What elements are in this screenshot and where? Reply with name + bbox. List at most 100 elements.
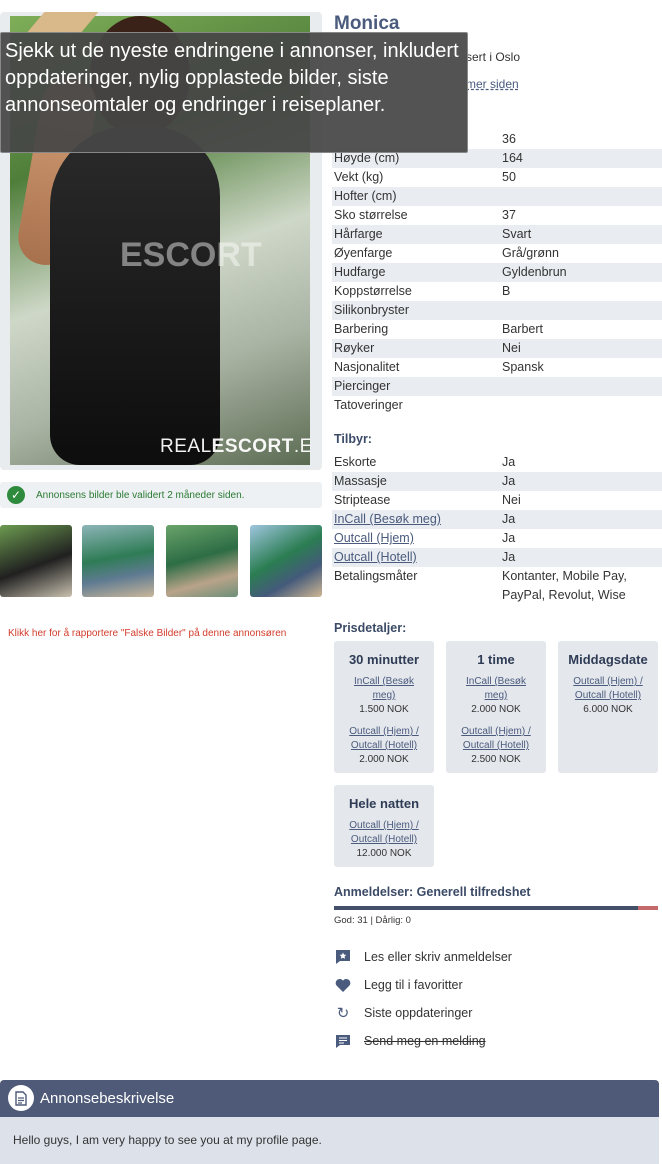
detail-key: Vekt (kg): [334, 170, 384, 184]
price-box-30min: 30 minutter InCall (Besøk meg) 1.500 NOK …: [334, 641, 434, 773]
document-icon: [8, 1085, 34, 1111]
detail-key: Hårfarge: [334, 227, 383, 241]
detail-key: Silikonbryster: [334, 303, 410, 317]
detail-key: Nasjonalitet: [334, 360, 400, 374]
action-message[interactable]: Send meg en melding: [334, 1030, 486, 1052]
detail-value: Nei: [502, 341, 521, 355]
detail-row: Øyenfarge Grå/grønn: [332, 244, 662, 263]
price-value: 2.000 NOK: [471, 704, 521, 715]
thumbnail-2[interactable]: [82, 525, 154, 597]
detail-row: Nasjonalitet Spansk: [332, 358, 662, 377]
detail-key: Massasje: [334, 474, 387, 488]
report-fake-photos-link[interactable]: Klikk her for å rapportere "Falske Bilde…: [8, 628, 286, 639]
detail-key: Betalingsmåter: [334, 569, 418, 583]
detail-value-line2: PayPal, Revolut, Wise: [502, 588, 626, 602]
detail-key: Høyde (cm): [334, 151, 400, 165]
price-outcall-link[interactable]: Outcall (Hjem) / Outcall (Hotell): [558, 675, 658, 703]
detail-key[interactable]: Outcall (Hjem): [334, 531, 414, 545]
price-value: 12.000 NOK: [356, 848, 412, 859]
action-label: Les eller skriv anmeldelser: [364, 950, 512, 964]
detail-key: Striptease: [334, 493, 391, 507]
price-title: Middagsdate: [568, 652, 648, 667]
photo-watermark-faint: ESCORT: [120, 236, 262, 274]
price-value: 2.500 NOK: [471, 754, 521, 765]
action-favorite[interactable]: Legg til i favoritter: [334, 974, 463, 996]
detail-row: Hårfarge Svart: [332, 225, 662, 244]
profile-location: sert i Oslo: [466, 50, 521, 64]
detail-key: Koppstørrelse: [334, 284, 412, 298]
detail-row: Røyker Nei: [332, 339, 662, 358]
detail-value: Nei: [502, 493, 521, 507]
action-label: Siste oppdateringer: [364, 1006, 473, 1020]
price-box-1hour: 1 time InCall (Besøk meg) 2.000 NOK Outca…: [446, 641, 546, 773]
detail-row: Outcall (Hjem) Ja: [332, 529, 662, 548]
price-title: Hele natten: [348, 796, 420, 811]
detail-row: Hofter (cm): [332, 187, 662, 206]
detail-key[interactable]: InCall (Besøk meg): [334, 512, 441, 526]
photo-validation-notice: ✓ Annonsens bilder ble validert 2 månede…: [0, 482, 322, 508]
price-incall-link[interactable]: InCall (Besøk meg): [446, 675, 546, 703]
action-label: Legg til i favoritter: [364, 978, 463, 992]
description-body: Hello guys, I am very happy to see you a…: [0, 1117, 659, 1164]
detail-row: Betalingsmåter Kontanter, Mobile Pay, PayP…: [332, 567, 662, 602]
detail-key: Øyenfarge: [334, 246, 393, 260]
photo-subject-dress: [50, 126, 220, 465]
detail-value: Kontanter, Mobile Pay,: [502, 569, 627, 583]
detail-row: InCall (Besøk meg) Ja: [332, 510, 662, 529]
detail-row: Barbering Barbert: [332, 320, 662, 339]
detail-key: Tatoveringer: [334, 398, 403, 412]
price-outcall-link[interactable]: Outcall (Hjem) / Outcall (Hotell): [334, 819, 434, 847]
heart-icon: [334, 977, 352, 993]
thumbnail-3[interactable]: [166, 525, 238, 597]
detail-value: Ja: [502, 474, 516, 488]
detail-value: Ja: [502, 550, 516, 564]
detail-row: Silikonbryster: [332, 301, 662, 320]
detail-key: Sko størrelse: [334, 208, 408, 222]
action-reviews[interactable]: Les eller skriv anmeldelser: [334, 946, 512, 968]
detail-key: Eskorte: [334, 455, 377, 469]
detail-key: Røyker: [334, 341, 375, 355]
price-value: 1.500 NOK: [359, 704, 409, 715]
updates-tooltip: Sjekk ut de nyeste endringene i annonser…: [0, 32, 468, 153]
message-icon: [334, 1033, 352, 1049]
price-value: 6.000 NOK: [583, 704, 633, 715]
detail-row: Massasje Ja: [332, 472, 662, 491]
check-icon: ✓: [7, 486, 25, 504]
price-box-overnight: Hele natten Outcall (Hjem) / Outcall (Hot…: [334, 785, 434, 867]
thumbnail-4[interactable]: [250, 525, 322, 597]
satisfaction-bar: [334, 906, 658, 910]
detail-value: Ja: [502, 512, 516, 526]
detail-value: Ja: [502, 455, 516, 469]
satisfaction-bar-bad: [638, 906, 658, 910]
thumbnail-1[interactable]: [0, 525, 72, 597]
detail-value: 164: [502, 151, 523, 165]
price-title: 1 time: [477, 652, 515, 667]
detail-row: Outcall (Hotell) Ja: [332, 548, 662, 567]
validation-text: Annonsens bilder ble validert 2 måneder …: [36, 489, 245, 501]
reviews-heading: Anmeldelser: Generell tilfredshet: [334, 885, 531, 899]
description-title: Annonsebeskrivelse: [40, 1090, 175, 1107]
detail-value: Grå/grønn: [502, 246, 559, 260]
detail-row: Striptease Nei: [332, 491, 662, 510]
detail-row: Tatoveringer: [332, 396, 662, 415]
detail-key: Piercinger: [334, 379, 391, 393]
price-outcall-link[interactable]: Outcall (Hjem) / Outcall (Hotell): [446, 725, 546, 753]
detail-value: 36: [502, 132, 516, 146]
price-value: 2.000 NOK: [359, 754, 409, 765]
detail-key: Hudfarge: [334, 265, 386, 279]
detail-value: Svart: [502, 227, 532, 241]
price-outcall-link[interactable]: Outcall (Hjem) / Outcall (Hotell): [334, 725, 434, 753]
action-updates[interactable]: ↻ Siste oppdateringer: [334, 1002, 473, 1024]
prices-heading: Prisdetaljer:: [334, 621, 407, 635]
action-label: Send meg en melding: [364, 1034, 486, 1048]
detail-row: Hudfarge Gyldenbrun: [332, 263, 662, 282]
review-counts: God: 31 | Dårlig: 0: [334, 915, 411, 926]
price-incall-link[interactable]: InCall (Besøk meg): [334, 675, 434, 703]
detail-row: Koppstørrelse B: [332, 282, 662, 301]
follow-link[interactable]: mer siden: [466, 77, 519, 91]
detail-row: Sko størrelse 37: [332, 206, 662, 225]
detail-value: B: [502, 284, 511, 298]
detail-key[interactable]: Outcall (Hotell): [334, 550, 417, 564]
description-text: Hello guys, I am very happy to see you a…: [13, 1133, 322, 1147]
detail-row: Vekt (kg) 50: [332, 168, 662, 187]
